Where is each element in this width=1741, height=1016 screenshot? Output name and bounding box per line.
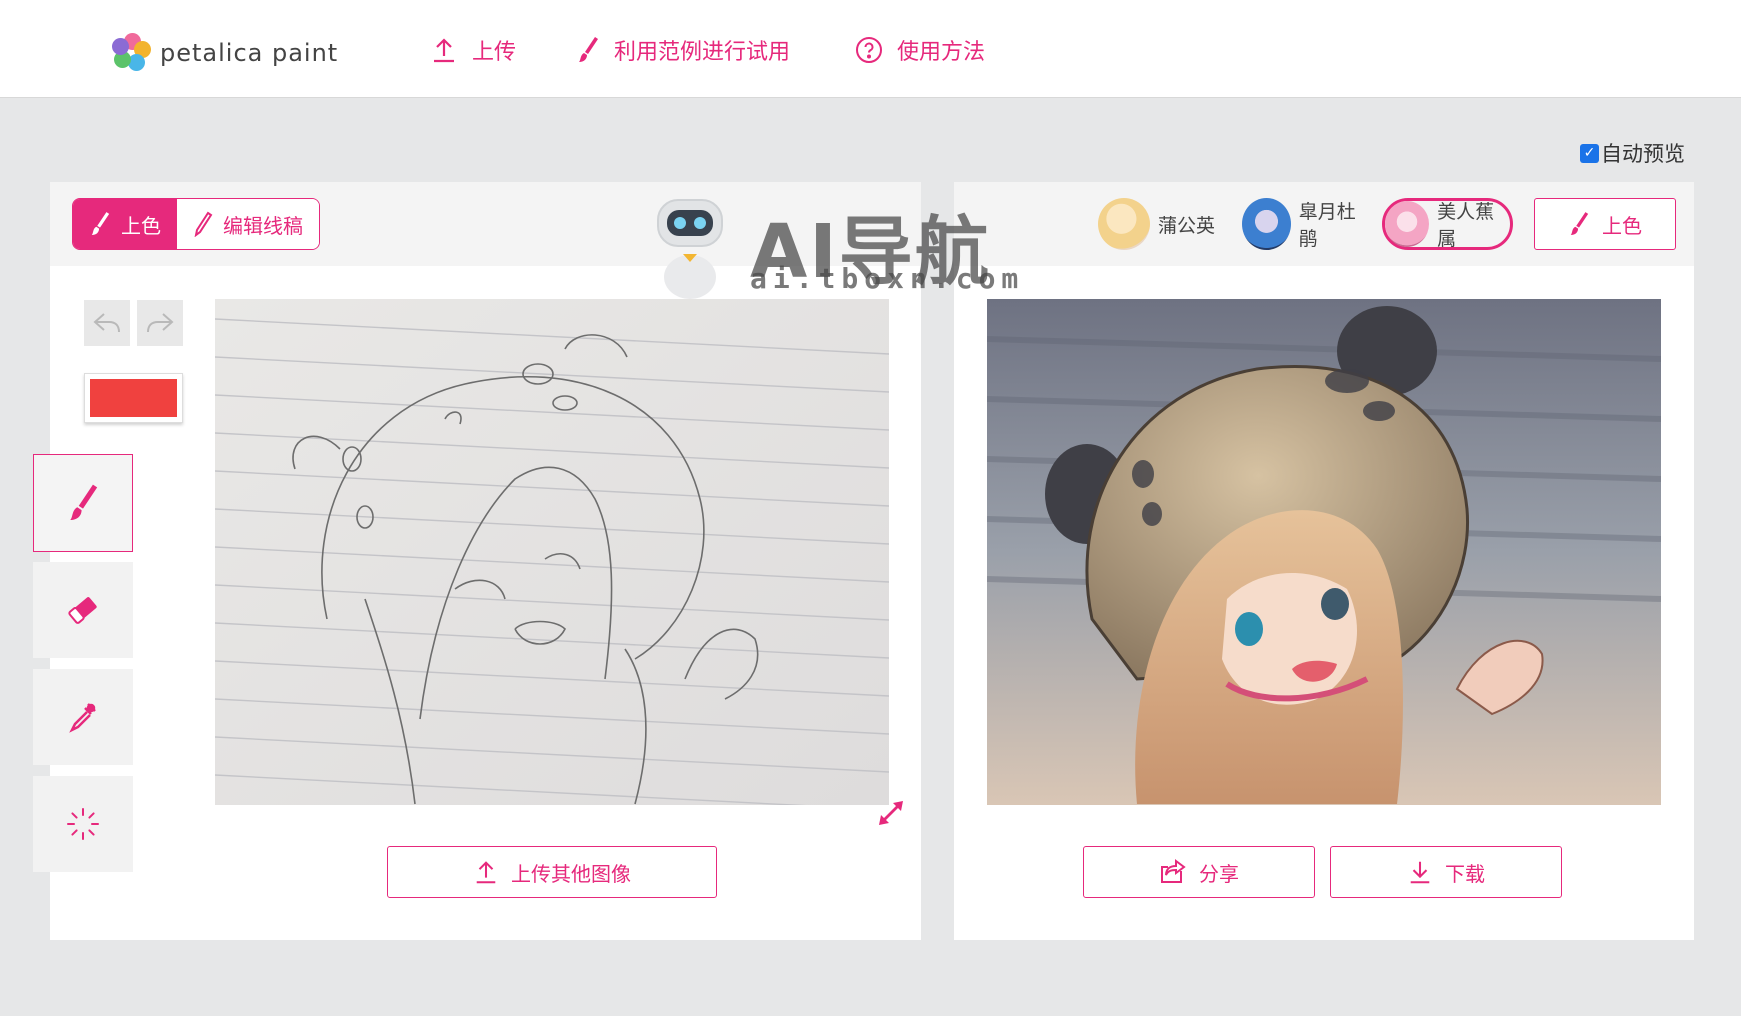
auto-preview-toggle[interactable]: ✓ 自动预览	[1580, 138, 1685, 168]
undo-button[interactable]	[84, 300, 130, 346]
style-canna-label: 美人蕉属	[1437, 201, 1495, 250]
lineart-image	[215, 299, 889, 805]
download-button-label: 下载	[1445, 861, 1485, 886]
nav-how-to[interactable]: 使用方法	[855, 34, 985, 66]
tab-colorize[interactable]: 上色	[73, 199, 177, 249]
download-button[interactable]: 下载	[1330, 846, 1562, 898]
tab-edit-lineart[interactable]: 编辑线稿	[177, 199, 319, 249]
nav-upload-label: 上传	[472, 40, 517, 65]
undo-icon	[93, 313, 120, 333]
brush-icon	[1570, 212, 1589, 235]
robot-mascot-icon	[657, 199, 723, 299]
colorize-button-label: 上色	[1602, 213, 1642, 238]
brush-icon	[91, 212, 110, 235]
watermark: AI导航 ai.tboxn.com	[640, 192, 1040, 302]
download-icon	[1410, 861, 1430, 884]
style-dandelion[interactable]: 蒲公英	[1098, 198, 1226, 250]
upload-other-image-button[interactable]: 上传其他图像	[387, 846, 717, 898]
mode-tabs: 上色 编辑线稿	[72, 198, 320, 250]
tab-colorize-label: 上色	[121, 213, 161, 238]
upload-icon	[434, 38, 454, 63]
spinner-tool[interactable]	[33, 776, 133, 872]
top-navbar: petalica paint 上传 利用范例进行试用 使用方法	[0, 0, 1741, 98]
nav-how-to-label: 使用方法	[897, 40, 986, 65]
watermark-url: ai.tboxn.com	[750, 262, 1025, 295]
sketch-canvas[interactable]	[215, 299, 889, 805]
brush-tool[interactable]	[33, 454, 133, 552]
brush-icon	[70, 484, 98, 520]
auto-preview-label: 自动预览	[1601, 142, 1685, 166]
eraser-tool[interactable]	[33, 562, 133, 658]
share-icon	[1161, 859, 1186, 883]
share-button-label: 分享	[1199, 861, 1239, 886]
eraser-icon	[68, 597, 97, 624]
logo-text: petalica paint	[160, 39, 339, 67]
tab-edit-lineart-label: 编辑线稿	[223, 213, 303, 238]
style-azalea[interactable]: 皐月杜鹃	[1242, 198, 1370, 250]
eyedropper-tool[interactable]	[33, 669, 133, 765]
colorized-image	[987, 299, 1661, 805]
color-swatch[interactable]	[84, 373, 183, 423]
nav-upload[interactable]: 上传	[430, 34, 516, 66]
app-logo[interactable]: petalica paint	[112, 33, 338, 73]
style-azalea-label: 皐月杜鹃	[1298, 201, 1356, 250]
style-canna-avatar	[1385, 201, 1430, 247]
redo-icon	[147, 313, 174, 333]
colorize-button[interactable]: 上色	[1534, 198, 1676, 250]
colorized-result-canvas	[987, 299, 1661, 805]
style-canna[interactable]: 美人蕉属	[1382, 198, 1513, 250]
loading-spinner-icon	[67, 808, 99, 840]
nav-try-sample[interactable]: 利用范例进行试用	[576, 34, 790, 66]
eyedropper-icon	[69, 703, 96, 733]
nav-try-sample-label: 利用范例进行试用	[614, 40, 791, 65]
redo-button[interactable]	[137, 300, 183, 346]
style-dandelion-label: 蒲公英	[1158, 214, 1216, 237]
expand-icon[interactable]	[876, 798, 906, 828]
style-azalea-avatar	[1242, 198, 1291, 250]
petal-logo-icon	[112, 33, 152, 73]
upload-other-image-label: 上传其他图像	[511, 861, 631, 886]
current-color	[90, 379, 177, 417]
pencil-icon	[194, 211, 213, 237]
auto-preview-checkbox[interactable]: ✓	[1580, 143, 1599, 163]
upload-icon	[476, 861, 496, 884]
style-dandelion-avatar	[1098, 198, 1150, 250]
help-circle-icon	[856, 37, 882, 63]
brush-icon	[579, 37, 598, 62]
share-button[interactable]: 分享	[1083, 846, 1315, 898]
